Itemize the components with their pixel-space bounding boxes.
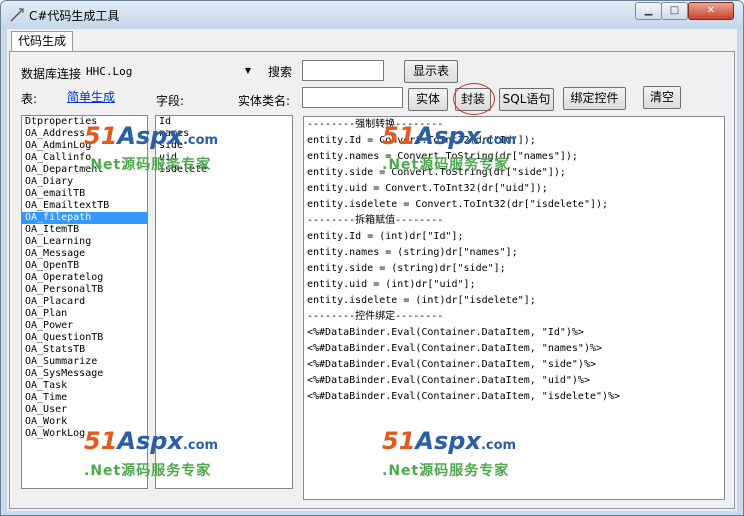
list-item-table[interactable]: OA_StatsTB: [22, 344, 147, 356]
list-item-table[interactable]: OA_PersonalTB: [22, 284, 147, 296]
output-line: entity.names = (string)dr["names"];: [307, 247, 518, 258]
simple-generate-link[interactable]: 简单生成: [67, 88, 115, 105]
encapsulate-button[interactable]: 封装: [453, 83, 495, 115]
tab-code-gen[interactable]: 代码生成: [11, 31, 73, 52]
output-line: <%#DataBinder.Eval(Container.DataItem, "…: [307, 375, 590, 386]
app-icon: [10, 8, 24, 22]
list-item-table[interactable]: OA_OpenTB: [22, 260, 147, 272]
list-item-field[interactable]: uid: [156, 152, 292, 164]
app-window: C#代码生成工具 ▁ □ ✕ 代码生成 数据库连接 HHC.Log ▼ 搜索 显…: [0, 0, 744, 516]
list-item-table[interactable]: OA_EmailtextTB: [22, 200, 147, 212]
maximize-button[interactable]: □: [661, 2, 688, 20]
entity-name-input[interactable]: [302, 87, 403, 108]
search-label: 搜索: [268, 65, 293, 79]
fields-label: 字段:: [156, 94, 185, 108]
list-item-table[interactable]: OA_User: [22, 404, 147, 416]
tables-listbox[interactable]: Dtproperties OA_Address OA_AdminLog OA_Call…: [21, 115, 148, 489]
title-bar[interactable]: C#代码生成工具 ▁ □ ✕: [1, 1, 743, 29]
output-line: --------拆箱赋值--------: [307, 215, 444, 226]
list-item-table[interactable]: OA_ItemTB: [22, 224, 147, 236]
list-item-table[interactable]: Dtproperties: [22, 116, 147, 128]
minimize-button[interactable]: ▁: [635, 2, 662, 20]
list-item-table[interactable]: OA_Department: [22, 164, 147, 176]
chevron-down-icon[interactable]: ▼: [240, 62, 256, 80]
list-item-table[interactable]: OA_Summarize: [22, 356, 147, 368]
show-tables-button[interactable]: 显示表: [404, 60, 458, 83]
bind-controls-button[interactable]: 绑定控件: [563, 87, 626, 110]
list-item-field[interactable]: isdelete: [156, 164, 292, 176]
client-area: 代码生成 数据库连接 HHC.Log ▼ 搜索 显示表 表: 简单生成 字段: …: [7, 29, 737, 511]
tab-panel: 数据库连接 HHC.Log ▼ 搜索 显示表 表: 简单生成 字段: 实体类名:…: [9, 51, 735, 509]
list-item-table[interactable]: OA_Task: [22, 380, 147, 392]
output-textarea[interactable]: --------强制转换-------- entity.Id = Convert.…: [303, 116, 725, 500]
sql-button[interactable]: SQL语句: [499, 88, 554, 111]
list-item-table[interactable]: OA_AdminLog: [22, 140, 147, 152]
fields-listbox[interactable]: Id names side uid isdelete: [155, 115, 293, 489]
list-item-field[interactable]: Id: [156, 116, 292, 128]
list-item-table[interactable]: OA_WorkLog: [22, 428, 147, 440]
list-item-table[interactable]: OA_Power: [22, 320, 147, 332]
close-button[interactable]: ✕: [688, 2, 734, 20]
output-line: entity.uid = Convert.ToInt32(dr["uid"]);: [307, 183, 548, 194]
output-line: entity.side = (string)dr["side"];: [307, 263, 506, 274]
output-line: entity.uid = (int)dr["uid"];: [307, 279, 476, 290]
list-item-table[interactable]: OA_Time: [22, 392, 147, 404]
output-line: entity.names = Convert.ToString(dr["name…: [307, 151, 578, 162]
list-item-table[interactable]: OA_SysMessage: [22, 368, 147, 380]
entity-button[interactable]: 实体: [408, 88, 448, 111]
list-item-table[interactable]: OA_Address: [22, 128, 147, 140]
list-item-table[interactable]: OA_Work: [22, 416, 147, 428]
list-item-table[interactable]: OA_Diary: [22, 176, 147, 188]
search-input[interactable]: [302, 60, 384, 81]
entity-name-label: 实体类名:: [238, 94, 291, 108]
output-line: <%#DataBinder.Eval(Container.DataItem, "…: [307, 391, 621, 402]
output-line: entity.isdelete = Convert.ToInt32(dr["is…: [307, 199, 609, 210]
list-item-table[interactable]: OA_emailTB: [22, 188, 147, 200]
output-line: --------强制转换--------: [307, 119, 444, 130]
list-item-field[interactable]: names: [156, 128, 292, 140]
output-line: entity.Id = Convert.ToInt32(dr["Id"]);: [307, 135, 536, 146]
list-item-table[interactable]: OA_Plan: [22, 308, 147, 320]
list-item-table[interactable]: OA_Operatelog: [22, 272, 147, 284]
list-item-field[interactable]: side: [156, 140, 292, 152]
db-connection-select[interactable]: HHC.Log: [86, 65, 132, 78]
output-line: entity.Id = (int)dr["Id"];: [307, 231, 464, 242]
list-item-table[interactable]: OA_Callinfo: [22, 152, 147, 164]
list-item-table[interactable]: OA_QuestionTB: [22, 332, 147, 344]
output-line: --------控件绑定--------: [307, 311, 444, 322]
output-line: <%#DataBinder.Eval(Container.DataItem, "…: [307, 327, 584, 338]
output-line: <%#DataBinder.Eval(Container.DataItem, "…: [307, 343, 603, 354]
list-item-table[interactable]: OA_Message: [22, 248, 147, 260]
list-item-table[interactable]: OA_Learning: [22, 236, 147, 248]
table-label: 表:: [21, 92, 38, 106]
window-title: C#代码生成工具: [29, 9, 120, 23]
output-line: entity.side = Convert.ToString(dr["side"…: [307, 167, 566, 178]
output-line: entity.isdelete = (int)dr["isdelete"];: [307, 295, 536, 306]
list-item-table[interactable]: OA_filepath: [22, 212, 147, 224]
list-item-table[interactable]: OA_Placard: [22, 296, 147, 308]
db-connection-label: 数据库连接: [21, 67, 82, 81]
clear-button[interactable]: 清空: [643, 86, 681, 109]
output-line: <%#DataBinder.Eval(Container.DataItem, "…: [307, 359, 596, 370]
